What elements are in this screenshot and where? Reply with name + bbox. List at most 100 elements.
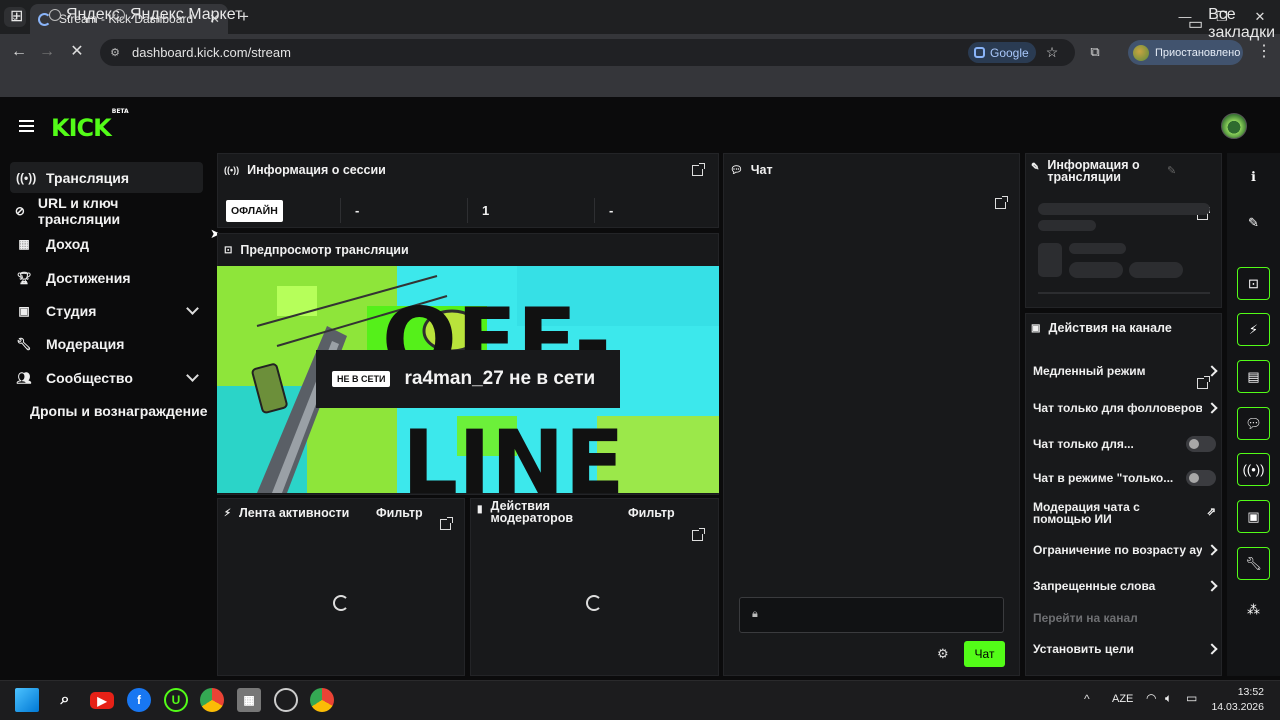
edit-pencil-icon[interactable]: ✎	[1167, 164, 1176, 177]
youtube-icon[interactable]: ▶	[90, 692, 114, 709]
panel-title: Предпросмотр трансляции	[240, 243, 409, 257]
tray-chevron-icon[interactable]: ^	[1084, 692, 1090, 706]
lightning-icon: ⚡︎	[224, 507, 232, 519]
address-bar[interactable]: ⚙ dashboard.kick.com/stream	[100, 39, 1075, 66]
popout-icon[interactable]	[1197, 376, 1210, 389]
bookmark-label: Яндекс Маркет	[130, 6, 243, 23]
apps-grid-icon[interactable]: ⊞	[10, 6, 23, 26]
bookmark-yandex-market[interactable]: Яндекс Маркет	[113, 6, 242, 24]
link-icon: ⊘	[14, 203, 25, 218]
profile-button[interactable]: Приостановлено	[1128, 40, 1243, 65]
lightning-icon[interactable]: ⚡︎	[1237, 313, 1270, 346]
obs-icon[interactable]	[274, 688, 298, 712]
chat-bubble-icon[interactable]: 💬︎	[1237, 407, 1270, 440]
wrench-icon[interactable]: 🔧︎	[1237, 547, 1270, 580]
chat-settings-gear-icon[interactable]: ⚙	[937, 646, 949, 662]
sidebar-item-achievements[interactable]: 🏆︎ Достижения	[10, 262, 203, 293]
action-set-goals[interactable]: Установить цели	[1033, 642, 1218, 656]
action-label: Чат только для...	[1033, 437, 1134, 451]
action-label: Медленный режим	[1033, 364, 1146, 378]
sidebar-item-url-key[interactable]: ⊘ URL и ключ трансляции	[10, 195, 203, 227]
people-icon: 👥︎	[16, 370, 32, 385]
sidebar-item-stream[interactable]: ((•)) Трансляция	[10, 162, 203, 193]
toggle-switch[interactable]	[1186, 470, 1216, 486]
action-go-to-channel[interactable]: Перейти на канал	[1033, 611, 1216, 625]
bookmark-yandex[interactable]: Яндекс	[49, 6, 120, 24]
site-settings-icon[interactable]: ⚙	[108, 46, 122, 60]
yandex-icon	[49, 9, 61, 21]
session-stat: -	[340, 198, 468, 223]
stop-loading-button[interactable]: ✕	[67, 43, 87, 61]
popout-icon[interactable]	[995, 196, 1008, 209]
wifi-icon[interactable]: ◠	[1146, 691, 1156, 705]
chrome-active-icon[interactable]	[310, 688, 334, 712]
action-followers-only[interactable]: Чат только для фолловеров	[1033, 401, 1218, 415]
action-age-restriction[interactable]: Ограничение по возрасту аудитории	[1033, 543, 1218, 557]
offline-message: ra4man_27 не в сети	[404, 368, 596, 389]
chrome-icon[interactable]	[200, 688, 224, 712]
status-badge: ОФЛАЙН	[226, 200, 283, 222]
forward-button[interactable]: →	[37, 43, 57, 61]
back-button[interactable]: ←	[9, 43, 29, 61]
action-ai-moderation[interactable]: Модерация чата с помощью ИИ ⇗	[1033, 501, 1216, 525]
skeleton-tag	[1129, 262, 1183, 278]
all-bookmarks-label: Все закладки	[1208, 6, 1276, 41]
chat-bubble-icon: 💬︎	[730, 164, 743, 176]
extensions-icon[interactable]: ⧉	[1085, 43, 1105, 61]
action-label: Запрещенные слова	[1033, 579, 1156, 593]
pencil-icon[interactable]: ✎	[1237, 206, 1270, 239]
google-pill-label: Google	[990, 45, 1029, 60]
volume-icon[interactable]: 🔈︎	[1165, 691, 1172, 706]
broadcast-icon[interactable]: ((•))	[1237, 453, 1270, 486]
sidebar-item-revenue[interactable]: ▦ Доход	[10, 228, 203, 259]
google-lens-icon	[974, 47, 985, 58]
mod-actions-filter-button[interactable]: Фильтр	[628, 506, 675, 520]
popout-icon[interactable]	[692, 528, 705, 541]
battery-icon[interactable]: ▭	[1186, 691, 1197, 705]
toggle-switch[interactable]	[1186, 436, 1216, 452]
app-header	[0, 101, 1280, 151]
skeleton-line	[1038, 203, 1210, 215]
sidebar-item-moderation[interactable]: 🔧︎ Модерация	[10, 328, 203, 359]
facebook-icon[interactable]: f	[127, 688, 151, 712]
action-label: Чат в режиме "только...	[1033, 471, 1174, 485]
popout-icon[interactable]	[440, 517, 453, 530]
kick-logo[interactable]: KICKBETA	[51, 108, 129, 142]
user-avatar[interactable]	[1221, 113, 1247, 139]
wrench-icon: 🔧︎	[16, 336, 32, 351]
chat-header: 💬︎ Чат	[730, 163, 773, 177]
all-bookmarks-button[interactable]: ▭ Все закладки	[1188, 6, 1280, 42]
upwork-icon[interactable]: U	[164, 688, 188, 712]
sidebar-item-label: Модерация	[46, 335, 125, 352]
sidebar-item-studio[interactable]: ▣ Студия	[10, 295, 203, 326]
start-windows-icon[interactable]	[15, 688, 39, 712]
info-icon[interactable]: ℹ	[1237, 160, 1270, 193]
menu-hamburger-icon[interactable]	[19, 120, 34, 132]
sidebar-item-label: Трансляция	[46, 169, 130, 186]
popout-icon[interactable]	[692, 163, 705, 176]
mod-log-icon[interactable]: ▤	[1237, 360, 1270, 393]
activity-filter-button[interactable]: Фильтр	[376, 506, 423, 520]
app-icon[interactable]: ▦	[237, 688, 261, 712]
preview-toggle-icon[interactable]: ⊡	[1237, 267, 1270, 300]
chat-input[interactable]: 🔒︎	[739, 597, 1004, 633]
url-text: dashboard.kick.com/stream	[132, 45, 291, 60]
language-indicator[interactable]: AZE	[1112, 693, 1133, 705]
trophy-icon: 🏆︎	[16, 270, 32, 285]
browser-menu-icon[interactable]: ⋮	[1254, 43, 1274, 61]
clock-date[interactable]: 14.03.2026	[1204, 701, 1264, 713]
action-emote-only: Чат в режиме "только...	[1033, 470, 1216, 486]
studio-icon[interactable]: ▣	[1237, 500, 1270, 533]
logo-text: KICK	[51, 114, 112, 142]
pencil-icon: ✎	[1031, 162, 1040, 173]
share-icon[interactable]: ⁂	[1237, 593, 1270, 626]
action-slow-mode[interactable]: Медленный режим	[1033, 364, 1218, 378]
google-lens-pill[interactable]: Google	[968, 42, 1036, 63]
bookmark-star-icon[interactable]: ☆	[1042, 43, 1062, 61]
sidebar-item-community[interactable]: 👥︎ Сообщество	[10, 362, 203, 393]
action-banned-words[interactable]: Запрещенные слова	[1033, 579, 1218, 593]
clock-time[interactable]: 13:52	[1220, 686, 1264, 698]
chat-send-button[interactable]: Чат	[964, 641, 1005, 667]
search-icon[interactable]: ⌕	[53, 688, 77, 712]
sidebar-item-drops[interactable]: Дропы и вознаграждение	[24, 395, 209, 426]
